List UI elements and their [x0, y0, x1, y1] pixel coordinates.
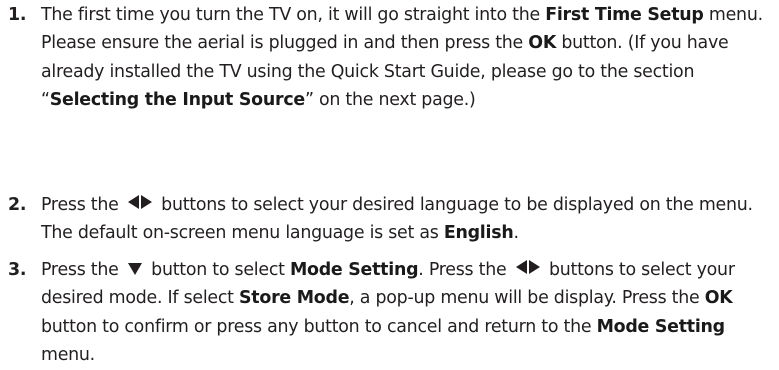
text-segment: Press the [41, 260, 124, 280]
left-arrow-icon [127, 195, 139, 209]
right-arrow-icon [528, 260, 540, 274]
text-segment: ” on the next page.) [304, 90, 476, 111]
text-segment: , a pop-up menu will be display. Press t… [349, 288, 705, 309]
text-segment: . Press the [418, 260, 512, 280]
text-segment: button to confirm or press any button to… [41, 316, 597, 337]
button-name-ok: OK [704, 288, 733, 309]
step-text: Press the button to select Mode Setting.… [41, 256, 778, 370]
language-name-english: English [443, 223, 514, 244]
section-name-selecting-input-source: Selecting the Input Source [49, 90, 305, 111]
menu-name-mode-setting: Mode Setting [596, 316, 726, 337]
instruction-step-2: 2. Press the buttons to select your desi… [8, 191, 778, 248]
text-segment: The first time you turn the TV on, it wi… [41, 5, 546, 25]
text-segment: menu. [41, 345, 95, 366]
step-text: Press the buttons to select your desired… [41, 191, 778, 248]
instruction-step-1: 1. The first time you turn the TV on, it… [8, 1, 778, 115]
step-number: 1. [8, 5, 27, 25]
step-number: 3. [8, 260, 27, 280]
right-arrow-icon [140, 195, 152, 209]
menu-name-mode-setting: Mode Setting [289, 260, 419, 280]
step-text: The first time you turn the TV on, it wi… [41, 1, 778, 115]
down-arrow-icon [127, 263, 142, 275]
text-segment: Press the [41, 195, 124, 215]
mode-name-store-mode: Store Mode [239, 288, 350, 309]
text-segment: button to select [145, 260, 290, 280]
menu-name-first-time-setup: First Time Setup [545, 5, 704, 25]
instruction-page: 1. The first time you turn the TV on, it… [0, 0, 779, 369]
step-number: 2. [8, 195, 27, 215]
instruction-step-3: 3. Press the button to select Mode Setti… [8, 256, 778, 370]
button-name-ok: OK [528, 33, 557, 54]
text-segment: . [513, 223, 519, 244]
left-arrow-icon [515, 260, 527, 274]
